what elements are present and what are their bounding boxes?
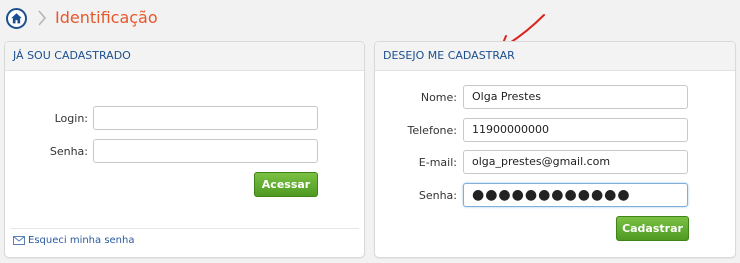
email-label: E-mail: — [418, 155, 457, 169]
login-button[interactable]: Acessar — [254, 172, 318, 197]
register-password-input[interactable]: ●●●●●●●●●●●● — [463, 183, 688, 207]
name-label: Nome: — [420, 90, 457, 104]
breadcrumb: Identificação — [6, 6, 158, 30]
login-panel: JÁ SOU CADASTRADO Login: Senha: Acessar … — [4, 41, 365, 258]
page-title: Identificação — [55, 8, 158, 27]
forgot-password-link[interactable]: Esqueci minha senha — [13, 235, 135, 246]
login-input[interactable] — [93, 106, 318, 130]
register-button[interactable]: Cadastrar — [616, 216, 689, 241]
mail-icon — [13, 236, 25, 245]
login-label: Login: — [54, 111, 88, 125]
chevron-right-icon — [37, 9, 49, 27]
phone-input[interactable]: 11900000000 — [463, 118, 688, 142]
register-panel-title: DESEJO ME CADASTRAR — [375, 42, 735, 71]
email-input[interactable]: olga_prestes@gmail.com — [463, 150, 688, 174]
password-input[interactable] — [93, 139, 318, 163]
register-password-label: Senha: — [418, 188, 457, 202]
forgot-password-label: Esqueci minha senha — [28, 235, 135, 246]
password-label: Senha: — [49, 144, 88, 158]
register-panel: DESEJO ME CADASTRAR Nome: Olga Prestes T… — [374, 41, 736, 258]
name-input[interactable]: Olga Prestes — [463, 85, 688, 109]
divider — [10, 228, 359, 229]
home-icon[interactable] — [6, 7, 27, 29]
login-panel-title: JÁ SOU CADASTRADO — [5, 42, 364, 71]
phone-label: Telefone: — [407, 123, 458, 137]
